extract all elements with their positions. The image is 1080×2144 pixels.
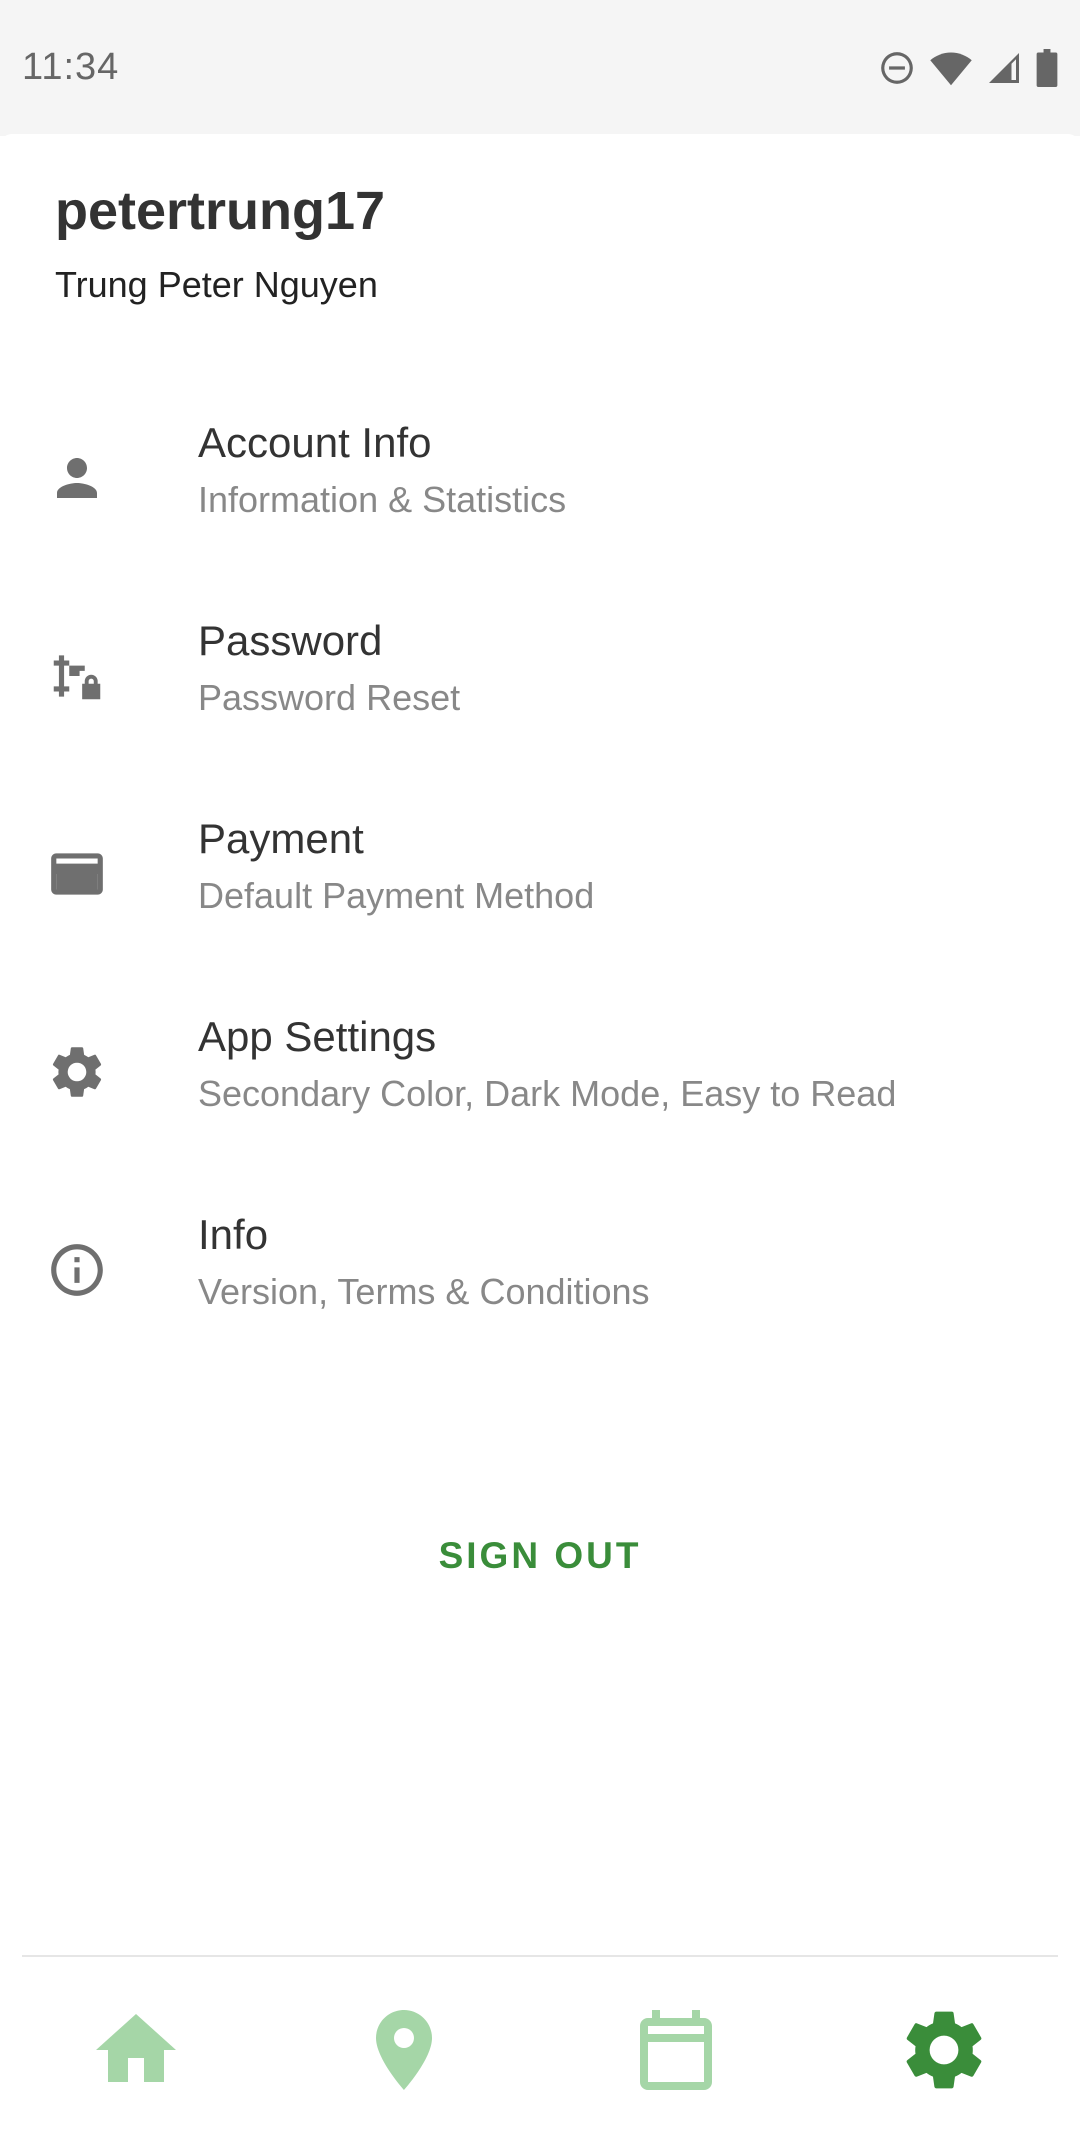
cell-signal-icon: [989, 53, 1019, 83]
battery-icon: [1036, 49, 1058, 87]
info-icon: [44, 1237, 110, 1303]
menu-item-title: Info: [198, 1211, 269, 1258]
full-name: Trung Peter Nguyen: [55, 264, 378, 305]
home-icon: [96, 2014, 176, 2082]
username: petertrung17: [55, 181, 386, 241]
menu-item-password[interactable]: Password Password Reset: [0, 591, 1080, 761]
password-lock-icon: [44, 643, 110, 709]
status-bar: 11:34: [0, 0, 1080, 136]
do-not-disturb-icon: [881, 52, 913, 84]
menu-item-subtitle: Secondary Color, Dark Mode, Easy to Read: [198, 1073, 897, 1114]
menu-item-title: Account Info: [198, 419, 432, 466]
person-icon: [44, 445, 110, 511]
status-icons: [878, 48, 1058, 88]
wifi-icon: [930, 52, 972, 86]
menu-item-subtitle: Version, Terms & Conditions: [198, 1271, 650, 1312]
location-pin-icon: [376, 2010, 432, 2090]
menu-item-subtitle: Information & Statistics: [198, 479, 567, 520]
menu-item-subtitle: Password Reset: [198, 677, 461, 718]
menu-item-account-info[interactable]: Account Info Information & Statistics: [0, 393, 1080, 563]
sign-out-button[interactable]: SIGN OUT: [0, 1535, 1080, 1577]
credit-card-icon: [44, 841, 110, 907]
calendar-icon: [640, 2010, 712, 2090]
nav-calendar-button[interactable]: [628, 2002, 724, 2098]
menu-item-app-settings[interactable]: App Settings Secondary Color, Dark Mode,…: [0, 987, 1080, 1157]
bottom-nav: [0, 1957, 1080, 2144]
nav-home-button[interactable]: [88, 2002, 184, 2098]
menu-item-payment[interactable]: Payment Default Payment Method: [0, 789, 1080, 959]
menu-item-title: App Settings: [198, 1013, 437, 1060]
gear-icon: [44, 1039, 110, 1105]
menu-item-title: Payment: [198, 815, 364, 862]
status-time: 11:34: [22, 46, 120, 88]
settings-gear-icon: [906, 2011, 982, 2089]
menu-item-info[interactable]: Info Version, Terms & Conditions: [0, 1185, 1080, 1355]
nav-location-button[interactable]: [356, 2002, 452, 2098]
nav-settings-button[interactable]: [896, 2002, 992, 2098]
menu-item-title: Password: [198, 617, 383, 664]
menu-item-subtitle: Default Payment Method: [198, 875, 595, 916]
